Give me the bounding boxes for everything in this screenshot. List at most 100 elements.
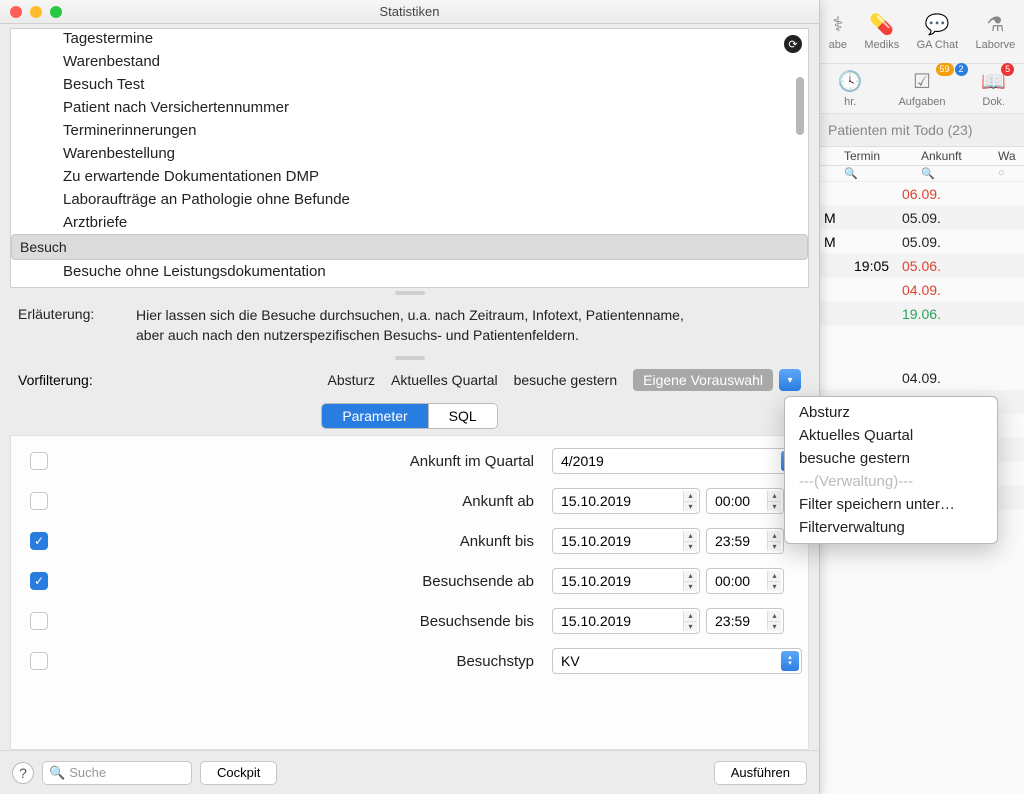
explanation-text: Hier lassen sich die Besuche durchsuchen… (136, 306, 684, 345)
row-label: Ankunft ab (61, 493, 552, 510)
bg-table-row[interactable] (820, 334, 1024, 342)
time-stepper[interactable]: ▴▾ (767, 531, 781, 551)
bg-table-row[interactable]: 19.06. (820, 302, 1024, 326)
list-item[interactable]: Besuch (11, 234, 808, 260)
bg-table-row[interactable] (820, 358, 1024, 366)
dialog-footer: ? 🔍 Suche Cockpit Ausführen (0, 750, 819, 794)
minimize-icon[interactable] (30, 6, 42, 18)
filter-aktuelles-quartal[interactable]: Aktuelles Quartal (391, 372, 498, 388)
time-input[interactable]: 00:00▴▾ (706, 488, 784, 514)
chevron-updown-icon (781, 651, 799, 671)
date-input[interactable]: 15.10.2019▴▾ (552, 528, 700, 554)
menu-item-absturz[interactable]: Absturz (785, 401, 997, 424)
date-input[interactable]: 15.10.2019▴▾ (552, 608, 700, 634)
splitter-handle[interactable] (395, 291, 425, 295)
time-input[interactable]: 23:59▴▾ (706, 528, 784, 554)
bg-tool-labor[interactable]: ⚗Laborve (976, 12, 1016, 51)
tab-sql[interactable]: SQL (429, 404, 497, 428)
execute-button[interactable]: Ausführen (714, 761, 807, 785)
capsule-icon: 💊 (869, 12, 894, 37)
footer-search-input[interactable]: 🔍 Suche (42, 761, 192, 785)
bg-tool-abe[interactable]: ⚕abe (829, 12, 847, 51)
bg-table-row[interactable]: M05.09. (820, 206, 1024, 230)
statistics-list-items[interactable]: TagestermineWarenbestandBesuch TestPatie… (11, 29, 808, 287)
bg-filter-ankunft[interactable]: 🔍 (917, 166, 994, 181)
time-stepper[interactable]: ▴▾ (767, 491, 781, 511)
bg-table-row[interactable]: 06.09. (820, 182, 1024, 206)
help-button[interactable]: ? (12, 762, 34, 784)
time-input[interactable]: 00:00▴▾ (706, 568, 784, 594)
refresh-icon[interactable]: ⟳ (784, 35, 802, 53)
date-stepper[interactable]: ▴▾ (683, 531, 697, 551)
filter-besuche-gestern[interactable]: besuche gestern (514, 372, 618, 388)
bg-table-row[interactable]: 04.09. (820, 366, 1024, 390)
bg-col-termin[interactable]: Termin (840, 147, 917, 165)
date-stepper[interactable]: ▴▾ (683, 611, 697, 631)
bg-table-row[interactable] (820, 326, 1024, 334)
bg-table-row[interactable]: M05.09. (820, 230, 1024, 254)
list-item[interactable]: Patient nach Versichertennummer (11, 96, 808, 119)
bg-main-toolbar: ⚕abe 💊Mediks 💬GA Chat ⚗Laborve (820, 0, 1024, 64)
menu-item-aktuelles-quartal[interactable]: Aktuelles Quartal (785, 424, 997, 447)
list-item[interactable]: Warenbestand (11, 50, 808, 73)
bg-sub-dok[interactable]: 📖5Dok. (981, 69, 1006, 108)
clock-icon: 🕓 (838, 69, 863, 94)
row-label: Ankunft im Quartal (61, 453, 552, 470)
filter-dropdown-button[interactable]: ▾ (779, 369, 801, 391)
date-input[interactable]: 15.10.2019▴▾ (552, 488, 700, 514)
scrollbar-thumb[interactable] (796, 77, 804, 135)
cockpit-button[interactable]: Cockpit (200, 761, 277, 785)
bg-table-row[interactable]: 04.09. (820, 278, 1024, 302)
list-item[interactable]: Terminerinnerungen (11, 119, 808, 142)
bg-sub-aufgaben[interactable]: ☑592Aufgaben (898, 69, 945, 108)
menu-item-verwaltung-separator: ---(Verwaltung)--- (785, 470, 997, 493)
bg-table-row[interactable] (820, 350, 1024, 358)
titlebar[interactable]: Statistiken (0, 0, 819, 24)
list-item[interactable]: Arztbriefe (11, 211, 808, 234)
tab-parameter[interactable]: Parameter (322, 404, 428, 428)
row-label: Besuchstyp (61, 653, 552, 670)
list-item[interactable]: Warenbestellung (11, 142, 808, 165)
bg-tool-gachat[interactable]: 💬GA Chat (917, 12, 959, 51)
bg-sub-hr[interactable]: 🕓hr. (838, 69, 863, 108)
menu-item-filter-speichern[interactable]: Filter speichern unter… (785, 493, 997, 516)
prefilter-label: Vorfilterung: (18, 372, 136, 388)
traffic-lights (10, 6, 62, 18)
time-input[interactable]: 23:59▴▾ (706, 608, 784, 634)
badge-5: 5 (1001, 63, 1014, 76)
row-checkbox[interactable] (30, 612, 48, 630)
splitter-handle-2[interactable] (395, 356, 425, 360)
list-item[interactable]: Besuch Test (11, 73, 808, 96)
zoom-icon[interactable] (50, 6, 62, 18)
bg-table-row[interactable]: 19:0505.06. (820, 254, 1024, 278)
bg-col-wa[interactable]: Wa (994, 147, 1024, 165)
row-label: Besuchsende ab (61, 573, 552, 590)
list-item[interactable]: Zu erwartende Dokumentationen DMP (11, 165, 808, 188)
list-item[interactable]: Besuche ohne Leistungsdokumentation (11, 260, 808, 283)
date-stepper[interactable]: ▴▾ (683, 491, 697, 511)
row-select[interactable]: KV (552, 648, 802, 674)
time-stepper[interactable]: ▴▾ (767, 571, 781, 591)
date-input[interactable]: 15.10.2019▴▾ (552, 568, 700, 594)
filter-eigene-vorauswahl[interactable]: Eigene Vorauswahl (633, 369, 773, 391)
bg-filter-wa[interactable]: ○ (994, 166, 1024, 181)
bg-section-title: Patienten mit Todo (23) (820, 114, 1024, 147)
row-select[interactable]: 4/2019 (552, 448, 802, 474)
row-checkbox[interactable] (30, 452, 48, 470)
bg-table-row[interactable] (820, 342, 1024, 350)
menu-item-besuche-gestern[interactable]: besuche gestern (785, 447, 997, 470)
row-checkbox[interactable]: ✓ (30, 532, 48, 550)
filter-absturz[interactable]: Absturz (328, 372, 375, 388)
bg-tool-mediks[interactable]: 💊Mediks (864, 12, 899, 51)
list-item[interactable]: Laboraufträge an Pathologie ohne Befunde (11, 188, 808, 211)
row-checkbox[interactable]: ✓ (30, 572, 48, 590)
list-item[interactable]: Tagestermine (11, 29, 808, 50)
row-checkbox[interactable] (30, 492, 48, 510)
close-icon[interactable] (10, 6, 22, 18)
menu-item-filterverwaltung[interactable]: Filterverwaltung (785, 516, 997, 539)
row-checkbox[interactable] (30, 652, 48, 670)
date-stepper[interactable]: ▴▾ (683, 571, 697, 591)
bg-filter-termin[interactable]: 🔍 (840, 166, 917, 181)
time-stepper[interactable]: ▴▾ (767, 611, 781, 631)
bg-col-ankunft[interactable]: Ankunft (917, 147, 994, 165)
